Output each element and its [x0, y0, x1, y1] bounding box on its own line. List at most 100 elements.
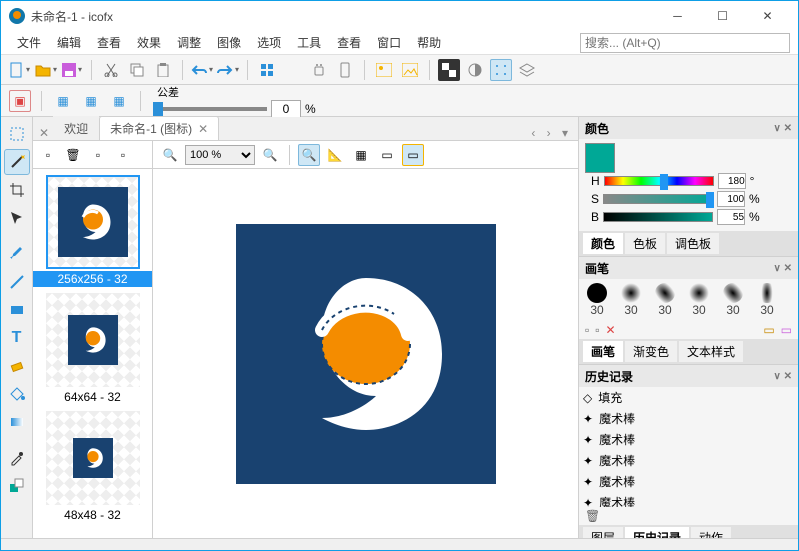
fit-icon[interactable]: ▭: [376, 144, 398, 166]
menu-image[interactable]: 图像: [209, 32, 249, 53]
menu-adjust[interactable]: 调整: [169, 32, 209, 53]
history-item[interactable]: ✦魔术棒: [579, 492, 798, 507]
checkered-icon[interactable]: [438, 59, 460, 81]
color-tab-color[interactable]: 颜色: [583, 233, 623, 254]
brush-tab-text[interactable]: 文本样式: [679, 341, 743, 362]
tool-gradient[interactable]: [4, 409, 30, 435]
sel-add-icon[interactable]: ▦: [52, 90, 74, 112]
bottom-tab-actions[interactable]: 动作: [691, 527, 731, 538]
zoom-out-icon[interactable]: 🔍: [159, 144, 181, 166]
tolerance-slider[interactable]: [157, 107, 267, 111]
bri-slider[interactable]: [603, 212, 713, 222]
fit2-icon[interactable]: ▭: [402, 144, 424, 166]
redo-button[interactable]: [217, 59, 239, 81]
sat-slider[interactable]: [603, 194, 713, 204]
tab-document[interactable]: 未命名-1 (图标)✕: [99, 116, 219, 140]
thumb-256[interactable]: 256x256 - 32: [33, 175, 152, 287]
grid-icon[interactable]: ▦: [350, 144, 372, 166]
cut-button[interactable]: [100, 59, 122, 81]
menu-view[interactable]: 查看: [89, 32, 129, 53]
open-button[interactable]: [35, 59, 57, 81]
brush-dup-icon[interactable]: ▫: [595, 323, 599, 337]
tolerance-input[interactable]: [271, 100, 301, 118]
zoom-in-icon[interactable]: 🔍: [259, 144, 281, 166]
tab-nav[interactable]: ‹ › ▾: [531, 126, 572, 140]
tool-brush[interactable]: [4, 241, 30, 267]
color-tab-swatches[interactable]: 色板: [625, 233, 665, 254]
tab-welcome[interactable]: 欢迎: [53, 116, 99, 140]
save-button[interactable]: [61, 59, 83, 81]
thumb-new-icon[interactable]: ▫: [37, 144, 59, 166]
thumb-delete-icon[interactable]: 🗑: [62, 144, 84, 166]
thumb-48[interactable]: 48x48 - 32: [33, 411, 152, 523]
tool-line[interactable]: [4, 269, 30, 295]
minimize-button[interactable]: ─: [655, 1, 700, 31]
brush-6[interactable]: 30: [753, 283, 781, 317]
brush-del-icon[interactable]: ✕: [606, 323, 616, 337]
history-item[interactable]: ✦魔术棒: [579, 471, 798, 492]
tool-eraser[interactable]: [4, 353, 30, 379]
copy-button[interactable]: [126, 59, 148, 81]
tool-crop[interactable]: [4, 177, 30, 203]
brush-4[interactable]: 30: [685, 283, 713, 317]
menu-file[interactable]: 文件: [9, 32, 49, 53]
menu-view2[interactable]: 查看: [329, 32, 369, 53]
color-tab-palette[interactable]: 调色板: [667, 233, 719, 254]
color-swatch[interactable]: [585, 143, 615, 173]
bottom-tab-history[interactable]: 历史记录: [625, 527, 689, 538]
thumb-export-icon[interactable]: ▫: [112, 144, 134, 166]
sel-int-icon[interactable]: ▦: [108, 90, 130, 112]
image2-icon[interactable]: [399, 59, 421, 81]
layers-icon[interactable]: [516, 59, 538, 81]
bri-input[interactable]: [717, 209, 745, 225]
hue-input[interactable]: [718, 173, 746, 189]
phone-icon[interactable]: [334, 59, 356, 81]
hue-slider[interactable]: [604, 176, 714, 186]
thumb-64[interactable]: 64x64 - 32: [33, 293, 152, 405]
tool-rect[interactable]: [4, 297, 30, 323]
maximize-button[interactable]: ☐: [700, 1, 745, 31]
search-input[interactable]: [580, 33, 790, 53]
paste-button[interactable]: [152, 59, 174, 81]
brush-new-icon[interactable]: ▫: [585, 323, 589, 337]
menu-tools[interactable]: 工具: [289, 32, 329, 53]
brush-folder-icon[interactable]: ▭: [763, 323, 774, 337]
bottom-tab-layers[interactable]: 图层: [583, 527, 623, 538]
image-icon[interactable]: [373, 59, 395, 81]
opacity-icon[interactable]: [464, 59, 486, 81]
tool-text[interactable]: T: [4, 325, 30, 351]
brush-1[interactable]: 30: [583, 283, 611, 317]
new-button[interactable]: [9, 59, 31, 81]
brush-5[interactable]: 30: [719, 283, 747, 317]
history-del-icon[interactable]: 🗑: [585, 509, 600, 523]
sel-sub-icon[interactable]: ▦: [80, 90, 102, 112]
history-item[interactable]: ◇填充: [579, 387, 798, 408]
menu-options[interactable]: 选项: [249, 32, 289, 53]
thumb-dup-icon[interactable]: ▫: [87, 144, 109, 166]
menu-window[interactable]: 窗口: [369, 32, 409, 53]
tabs-close-icon[interactable]: ✕: [39, 126, 49, 140]
brush-3[interactable]: 30: [651, 283, 679, 317]
sat-input[interactable]: [717, 191, 745, 207]
tab-close-icon[interactable]: ✕: [198, 122, 208, 136]
brush-tab-brush[interactable]: 画笔: [583, 341, 623, 362]
history-item[interactable]: ✦魔术棒: [579, 450, 798, 471]
tool-wand[interactable]: [4, 149, 30, 175]
tool-eyedropper[interactable]: [4, 445, 30, 471]
windows-icon[interactable]: [256, 59, 278, 81]
tool-move[interactable]: [4, 205, 30, 231]
panel-controls[interactable]: ∨ ✕: [774, 123, 792, 134]
menu-edit[interactable]: 编辑: [49, 32, 89, 53]
brush-save-icon[interactable]: ▭: [781, 323, 792, 337]
menu-effects[interactable]: 效果: [129, 32, 169, 53]
brush-2[interactable]: 30: [617, 283, 645, 317]
marquee-icon[interactable]: ▣: [9, 90, 31, 112]
history-item[interactable]: ✦魔术棒: [579, 408, 798, 429]
history-item[interactable]: ✦魔术棒: [579, 429, 798, 450]
tool-fill[interactable]: [4, 381, 30, 407]
zoom-select[interactable]: 100 %: [185, 145, 255, 165]
zoom-tool-icon[interactable]: 🔍: [298, 144, 320, 166]
tool-marquee[interactable]: [4, 121, 30, 147]
close-button[interactable]: ✕: [745, 1, 790, 31]
brush-tab-gradient[interactable]: 渐变色: [625, 341, 677, 362]
